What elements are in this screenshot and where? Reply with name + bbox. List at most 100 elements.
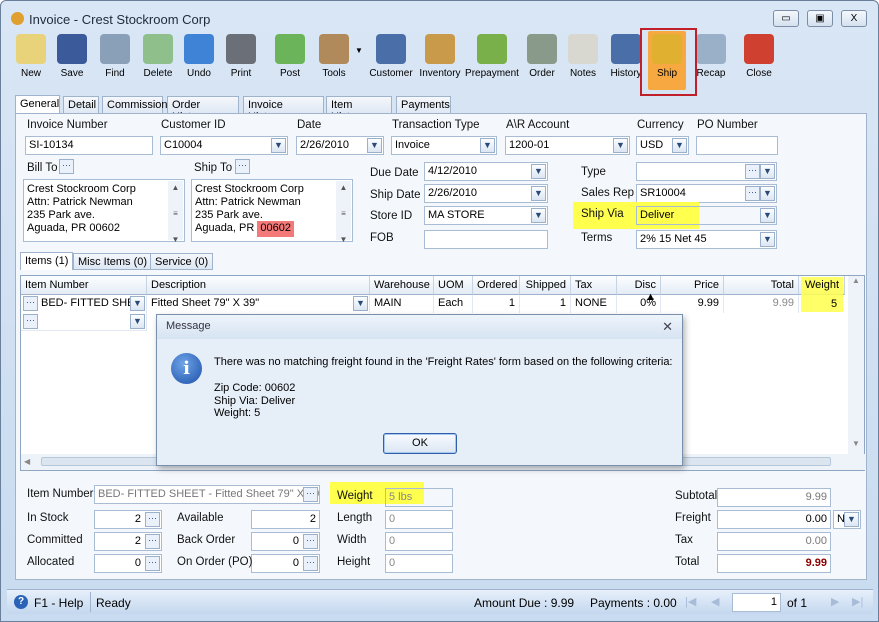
- date-picker[interactable]: 2/26/2010 ▼: [296, 136, 384, 155]
- toolbar-print-button[interactable]: Print: [223, 34, 259, 88]
- toolbar-tools-button[interactable]: Tools: [315, 34, 353, 88]
- new-row-item-number[interactable]: ··· ▼: [21, 313, 147, 331]
- ship-to-address[interactable]: Crest Stockroom Corp Attn: Patrick Newma…: [191, 179, 353, 244]
- toolbar-inventory-button[interactable]: Inventory: [418, 34, 462, 88]
- toolbar-new-button[interactable]: New: [12, 34, 50, 88]
- toolbar-find-button[interactable]: Find: [97, 34, 133, 88]
- toolbar-notes-button[interactable]: Notes: [565, 34, 601, 88]
- close-window-button[interactable]: X: [841, 10, 867, 27]
- column-header[interactable]: Price: [661, 276, 724, 295]
- column-header[interactable]: Item Number: [21, 276, 147, 295]
- sales-rep-select[interactable]: SR10004 ··· ▼: [636, 184, 777, 203]
- first-page-icon[interactable]: |◀: [685, 595, 696, 608]
- tab-commission[interactable]: Commission: [102, 96, 168, 114]
- transaction-type-select[interactable]: Invoice ▼: [391, 136, 497, 155]
- grid-cell[interactable]: 1: [520, 295, 571, 313]
- weight-field[interactable]: 5 lbs: [385, 488, 453, 507]
- chevron-down-icon[interactable]: ▼: [531, 186, 546, 201]
- column-header[interactable]: UOM: [434, 276, 473, 295]
- fob-field[interactable]: [424, 230, 548, 249]
- tab-general[interactable]: General: [15, 95, 60, 114]
- dialog-close-button[interactable]: ✕: [662, 319, 673, 335]
- ship-via-select[interactable]: Deliver ▼: [636, 206, 777, 225]
- vertical-scrollbar[interactable]: ▲ ▼: [848, 276, 864, 454]
- chevron-down-icon[interactable]: ▼: [844, 512, 859, 527]
- minimize-button[interactable]: ▭: [773, 10, 799, 27]
- ship-date-picker[interactable]: 2/26/2010 ▼: [424, 184, 548, 203]
- chevron-down-icon[interactable]: ▼: [531, 208, 546, 223]
- ellipsis-icon[interactable]: ···: [745, 164, 760, 179]
- invoice-number-field[interactable]: SI-10134: [25, 136, 153, 155]
- grid-cell[interactable]: MAIN: [370, 295, 434, 313]
- grid-cell[interactable]: Each: [434, 295, 473, 313]
- chevron-down-icon[interactable]: ▼: [760, 186, 775, 201]
- ar-account-select[interactable]: 1200-01 ▼: [505, 136, 630, 155]
- toolbar-save-button[interactable]: Save: [53, 34, 91, 88]
- ellipsis-icon[interactable]: ···: [23, 296, 38, 311]
- po-number-field[interactable]: [696, 136, 778, 155]
- tab-order-history[interactable]: Order History: [167, 96, 239, 123]
- chevron-down-icon[interactable]: ▼: [353, 296, 368, 311]
- column-header[interactable]: Tax: [571, 276, 617, 295]
- tab-items[interactable]: Items (1): [20, 252, 74, 270]
- length-field[interactable]: 0: [385, 510, 453, 529]
- tab-item-history[interactable]: Item History: [326, 96, 392, 123]
- tab-detail[interactable]: Detail: [63, 96, 99, 114]
- freight-field[interactable]: 0.00: [717, 510, 831, 529]
- chevron-down-icon[interactable]: ▼: [271, 138, 286, 153]
- column-header[interactable]: Warehouse: [370, 276, 434, 295]
- grid-cell[interactable]: 9.99: [661, 295, 724, 313]
- grid-cell[interactable]: BED- FITTED SHEE ··· ▼: [21, 295, 147, 313]
- type-select[interactable]: ··· ▼: [636, 162, 777, 181]
- tab-invoice-history[interactable]: Invoice History: [243, 96, 324, 123]
- grid-cell[interactable]: 0%: [617, 295, 661, 313]
- store-id-select[interactable]: MA STORE ▼: [424, 206, 548, 225]
- toolbar-delete-button[interactable]: Delete: [139, 34, 177, 88]
- ellipsis-icon[interactable]: ···: [145, 556, 160, 571]
- chevron-down-icon[interactable]: ▼: [672, 138, 687, 153]
- chevron-down-icon[interactable]: ▼: [130, 296, 145, 311]
- committed-field[interactable]: 2 ···: [94, 532, 162, 551]
- grid-cell[interactable]: Fitted Sheet 79" X 39" ▼: [147, 295, 370, 313]
- ellipsis-icon[interactable]: ···: [303, 487, 318, 502]
- column-header[interactable]: Description: [147, 276, 370, 295]
- ellipsis-icon[interactable]: ···: [145, 534, 160, 549]
- previous-page-icon[interactable]: ◀: [711, 595, 719, 608]
- chevron-down-icon[interactable]: ▼: [760, 232, 775, 247]
- page-number-field[interactable]: 1: [732, 593, 781, 612]
- back-order-field[interactable]: 0 ···: [251, 532, 320, 551]
- toolbar-prepayment-button[interactable]: Prepayment: [465, 34, 519, 88]
- toolbar-post-button[interactable]: Post: [271, 34, 309, 88]
- toolbar-recap-button[interactable]: Recap: [694, 34, 728, 88]
- customer-id-select[interactable]: C10004 ▼: [160, 136, 288, 155]
- restore-button[interactable]: ▣: [807, 10, 833, 27]
- ship-to-ellipsis-button[interactable]: ···: [235, 159, 250, 174]
- column-header[interactable]: Ordered: [473, 276, 520, 295]
- bill-to-address[interactable]: Crest Stockroom Corp Attn: Patrick Newma…: [23, 179, 185, 244]
- bill-to-ellipsis-button[interactable]: ···: [59, 159, 74, 174]
- toolbar-close-button[interactable]: Close: [740, 34, 778, 88]
- chevron-down-icon[interactable]: ▼: [760, 208, 775, 223]
- ellipsis-icon[interactable]: ···: [23, 314, 38, 329]
- ellipsis-icon[interactable]: ···: [145, 512, 160, 527]
- allocated-field[interactable]: 0 ···: [94, 554, 162, 573]
- tab-service[interactable]: Service (0): [150, 253, 214, 270]
- chevron-down-icon[interactable]: ▼: [367, 138, 382, 153]
- tools-dropdown-icon[interactable]: ▼: [355, 46, 363, 55]
- grid-cell[interactable]: 9.99: [724, 295, 799, 313]
- ellipsis-icon[interactable]: ···: [303, 534, 318, 549]
- last-page-icon[interactable]: ▶|: [852, 595, 863, 608]
- ellipsis-icon[interactable]: ···: [303, 556, 318, 571]
- toolbar-undo-button[interactable]: Undo: [181, 34, 217, 88]
- height-field[interactable]: 0: [385, 554, 453, 573]
- width-field[interactable]: 0: [385, 532, 453, 551]
- column-header[interactable]: Shipped: [520, 276, 571, 295]
- chevron-down-icon[interactable]: ▼: [760, 164, 775, 179]
- toolbar-order-button[interactable]: Order: [523, 34, 561, 88]
- next-page-icon[interactable]: ▶: [831, 595, 839, 608]
- ok-button[interactable]: OK: [383, 433, 457, 454]
- scrollbar[interactable]: ▲ ≡ ▼: [336, 181, 351, 244]
- tab-misc-items[interactable]: Misc Items (0): [73, 253, 153, 270]
- tab-payments[interactable]: Payments: [396, 96, 451, 114]
- terms-select[interactable]: 2% 15 Net 45 ▼: [636, 230, 777, 249]
